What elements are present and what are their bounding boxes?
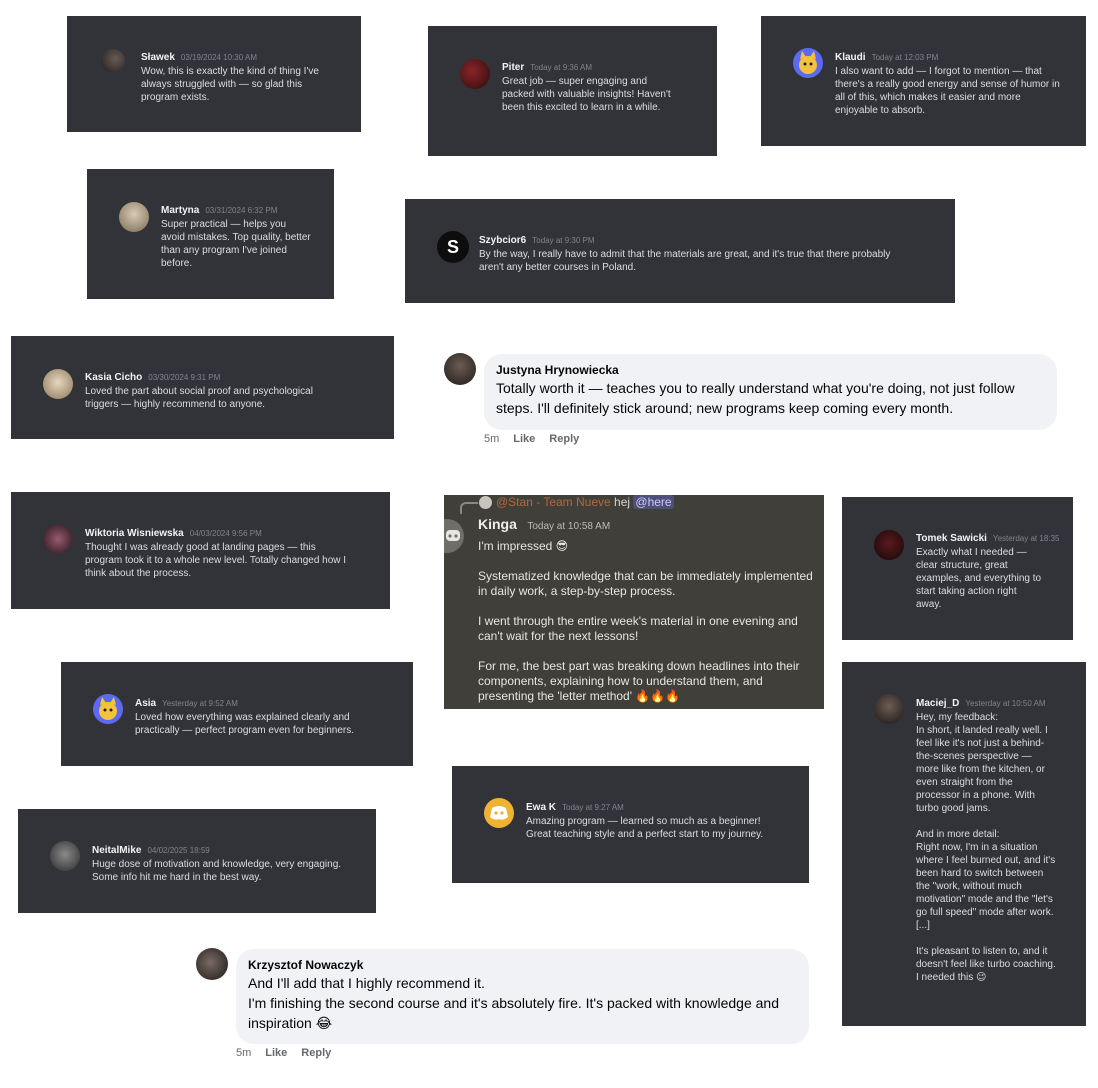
- username[interactable]: Kasia Cicho: [85, 372, 142, 383]
- review-card-kasia: Kasia Cicho 03/30/2024 9:31 PM Loved the …: [11, 336, 394, 439]
- avatar[interactable]: [93, 694, 123, 724]
- s-logo-icon: S: [447, 237, 459, 257]
- username[interactable]: Tomek Sawicki: [916, 533, 987, 544]
- timestamp: Today at 12:03 PM: [871, 53, 939, 62]
- avatar[interactable]: [50, 841, 80, 871]
- timestamp: Yesterday at 10:50 AM: [965, 699, 1046, 708]
- username[interactable]: Klaudi: [835, 52, 866, 63]
- avatar[interactable]: [793, 48, 823, 78]
- message-paragraph: For me, the best part was breaking down …: [478, 659, 800, 703]
- username[interactable]: Sławek: [141, 52, 175, 63]
- username[interactable]: NeitalMike: [92, 845, 141, 856]
- review-card-neitalmike: NeitalMike 04/02/2025 18:59 Huge dose of …: [18, 809, 376, 913]
- review-card-piter: Piter Today at 9:36 AM Great job — super …: [428, 26, 717, 156]
- commenter-name[interactable]: Krzysztof Nowaczyk: [248, 957, 797, 973]
- reply-button[interactable]: Reply: [301, 1047, 331, 1059]
- discord-logo-icon: [444, 519, 464, 553]
- review-card-wiktoria: Wiktoria Wisniewska 04/03/2024 9:56 PM Th…: [11, 492, 390, 609]
- message-text: Exactly what I needed — clear structure,…: [916, 547, 1042, 610]
- avatar[interactable]: [484, 798, 514, 828]
- avatar[interactable]: S: [437, 231, 469, 263]
- comment-bubble: Justyna Hrynowiecka Totally worth it — t…: [484, 354, 1057, 430]
- reply-button[interactable]: Reply: [549, 433, 579, 445]
- comment-time: 5m: [484, 433, 500, 445]
- avatar[interactable]: [460, 59, 490, 89]
- review-card-slawek: Sławek 03/19/2024 10:30 AM Wow, this is e…: [67, 16, 361, 132]
- message-text: Wow, this is exactly the kind of thing I…: [141, 66, 319, 103]
- username[interactable]: Asia: [135, 698, 156, 709]
- avatar[interactable]: [444, 353, 476, 385]
- username[interactable]: Piter: [502, 62, 524, 73]
- avatar[interactable]: [101, 49, 125, 73]
- message-text: Loved the part about social proof and ps…: [85, 386, 313, 410]
- review-card-tomek: Tomek Sawicki Yesterday at 18:35 Exactly …: [842, 497, 1073, 640]
- avatar[interactable]: [119, 202, 149, 232]
- review-card-martyna: Martyna 03/31/2024 6:32 PM Super practica…: [87, 169, 334, 299]
- message-paragraph: I went through the entire week's materia…: [478, 614, 798, 643]
- review-card-ewa: Ewa K Today at 9:27 AM Amazing program — …: [452, 766, 809, 883]
- discord-logo-icon: [490, 806, 508, 820]
- timestamp: 03/19/2024 10:30 AM: [180, 53, 257, 62]
- review-card-szybcior6: S Szybcior6 Today at 9:30 PM By the way, …: [405, 199, 955, 303]
- timestamp: Today at 9:27 AM: [562, 803, 624, 812]
- timestamp: Today at 10:58 AM: [527, 521, 611, 532]
- timestamp: Yesterday at 9:52 AM: [162, 699, 238, 708]
- message-text: Loved how everything was explained clear…: [135, 712, 354, 736]
- like-button[interactable]: Like: [265, 1047, 287, 1059]
- comment-actions: 5m Like Reply: [484, 433, 593, 445]
- message-paragraph: I'm impressed 😎: [478, 539, 569, 553]
- comment-text: And I'll add that I highly recommend it.…: [248, 975, 779, 1031]
- reply-avatar-icon: [479, 496, 492, 509]
- message-text: Huge dose of motivation and knowledge, v…: [92, 859, 342, 883]
- kinga-discord-screenshot: @Stan - Team Nueve hej @here Kinga Today…: [444, 495, 824, 709]
- avatar[interactable]: [874, 530, 904, 560]
- avatar[interactable]: [43, 524, 73, 554]
- message-text: Thought I was already good at landing pa…: [85, 542, 347, 579]
- username[interactable]: Wiktoria Wisniewska: [85, 528, 184, 539]
- avatar[interactable]: [196, 948, 228, 980]
- review-card-asia: Asia Yesterday at 9:52 AM Loved how every…: [61, 662, 413, 766]
- reply-line: [460, 502, 478, 514]
- message-text: I also want to add — I forgot to mention…: [835, 66, 1060, 116]
- svg-text:S: S: [447, 237, 459, 257]
- reply-author[interactable]: @Stan - Team Nueve: [496, 495, 611, 509]
- message-text: Super practical — helps you avoid mistak…: [161, 219, 311, 269]
- comment-actions: 5m Like Reply: [236, 1047, 345, 1059]
- username[interactable]: Maciej_D: [916, 698, 959, 709]
- message-paragraph: Systematized knowledge that can be immed…: [478, 569, 813, 598]
- username[interactable]: Kinga: [478, 516, 517, 532]
- message-text: Great job — super engaging and packed wi…: [502, 76, 671, 113]
- message-text: Hey, my feedback: In short, it landed re…: [916, 712, 1056, 983]
- timestamp: Today at 9:36 AM: [530, 63, 593, 72]
- timestamp: 03/30/2024 9:31 PM: [148, 373, 221, 382]
- username[interactable]: Szybcior6: [479, 235, 526, 246]
- avatar[interactable]: [874, 694, 904, 724]
- here-mention[interactable]: @here: [633, 495, 674, 509]
- comment-time: 5m: [236, 1047, 252, 1059]
- comment-bubble: Krzysztof Nowaczyk And I'll add that I h…: [236, 949, 809, 1044]
- message-text: Amazing program — learned so much as a b…: [526, 816, 764, 840]
- timestamp: Yesterday at 18:35: [992, 534, 1060, 543]
- timestamp: 03/31/2024 6:32 PM: [205, 206, 278, 215]
- cat-avatar-icon: [99, 697, 117, 720]
- message-text: By the way, I really have to admit that …: [479, 249, 891, 273]
- timestamp: Today at 9:30 PM: [532, 236, 595, 245]
- commenter-name[interactable]: Justyna Hrynowiecka: [496, 362, 1045, 378]
- comment-text: Totally worth it — teaches you to really…: [496, 380, 1015, 416]
- like-button[interactable]: Like: [513, 433, 535, 445]
- username[interactable]: Ewa K: [526, 802, 556, 813]
- avatar[interactable]: [43, 369, 73, 399]
- reply-text: hej: [614, 495, 631, 509]
- fb-comment-justyna: Justyna Hrynowiecka Totally worth it — t…: [444, 353, 1064, 453]
- username[interactable]: Martyna: [161, 205, 199, 216]
- timestamp: 04/03/2024 9:56 PM: [189, 529, 262, 538]
- timestamp: 04/02/2025 18:59: [147, 846, 210, 855]
- cat-avatar-icon: [799, 51, 817, 74]
- fb-comment-krzysztof: Krzysztof Nowaczyk And I'll add that I h…: [196, 948, 816, 1068]
- review-card-maciej: Maciej_D Yesterday at 10:50 AM Hey, my fe…: [842, 662, 1086, 1026]
- review-card-klaudi: Klaudi Today at 12:03 PM I also want to a…: [761, 16, 1086, 146]
